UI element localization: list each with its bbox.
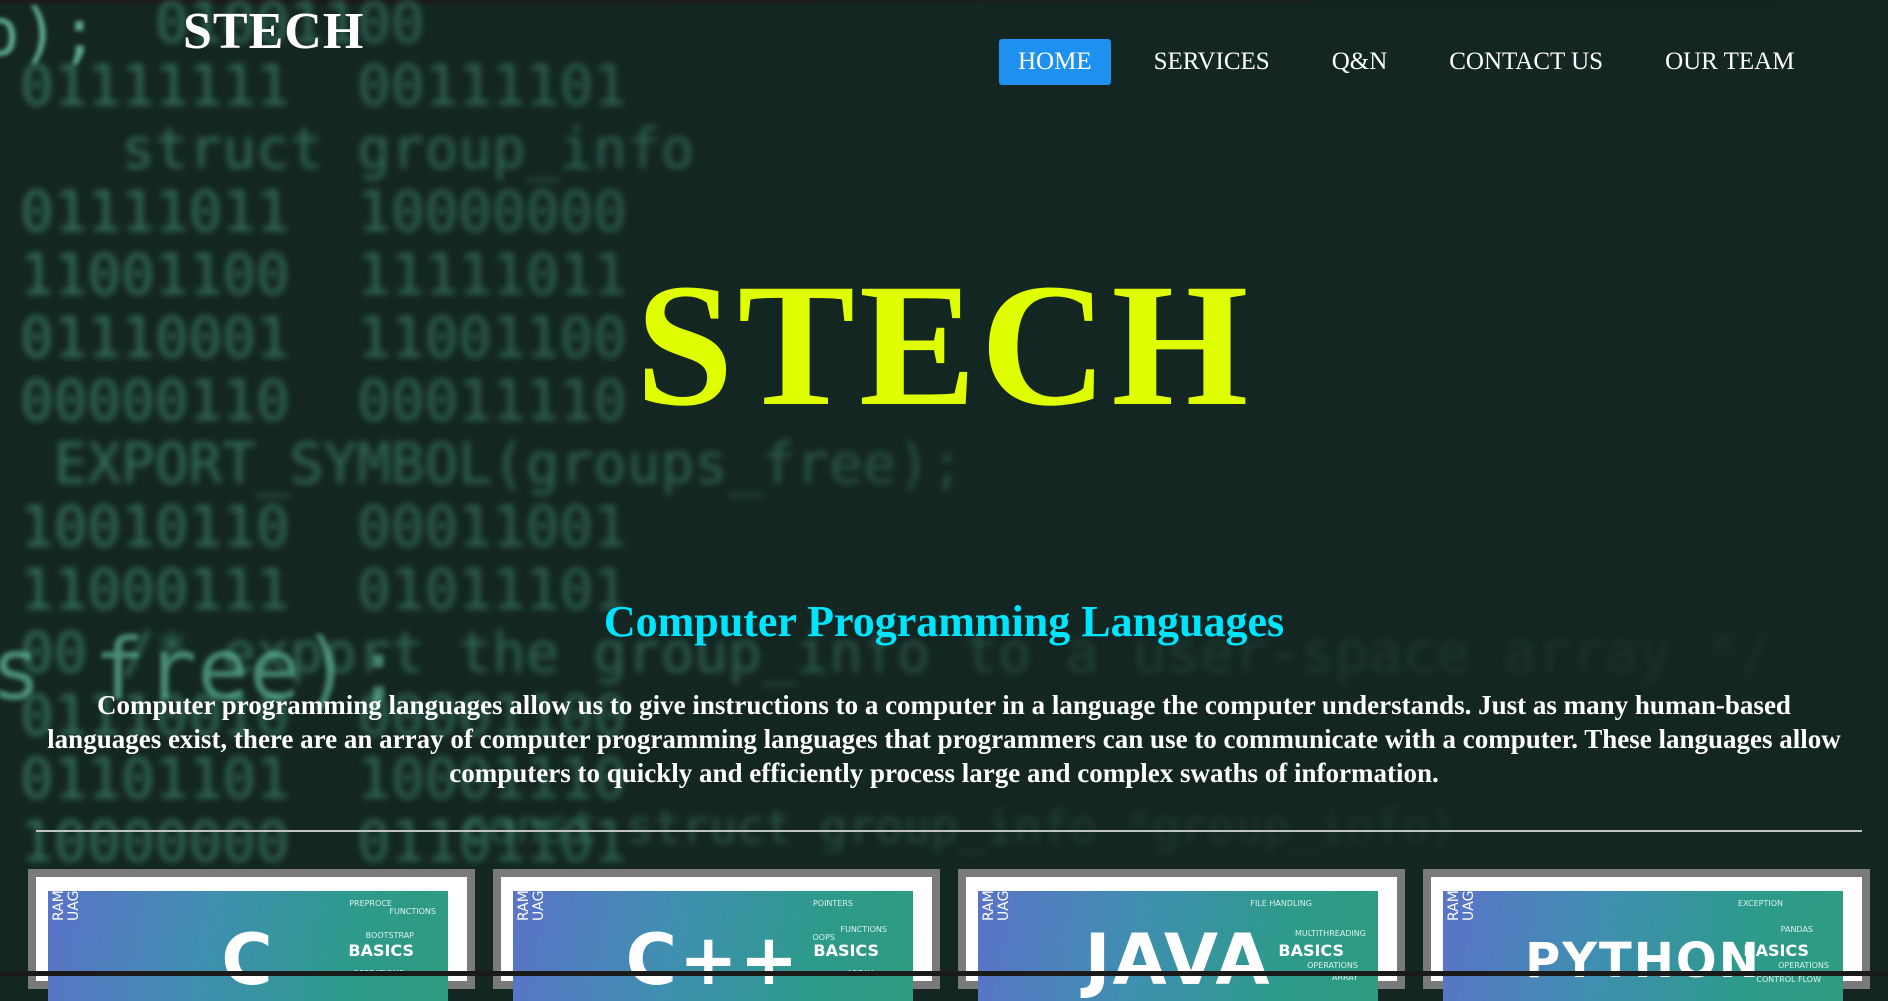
nav-qn[interactable]: Q&N — [1313, 39, 1407, 85]
nav-our-team[interactable]: OUR TEAM — [1646, 39, 1813, 85]
card-tag: FILE HANDLING — [1250, 899, 1312, 908]
main-nav: HOME SERVICES Q&N CONTACT US OUR TEAM — [999, 37, 1837, 87]
card-tag: EXCEPTION — [1738, 899, 1783, 908]
card-side-text: RAMMING UAGE — [981, 891, 1012, 921]
card-tag: FUNCTIONS — [840, 925, 887, 934]
card-tag: CONTROL FLOW — [1756, 975, 1821, 984]
card-java-image[interactable]: RAMMING UAGE JAVA FILE HANDLING MULTITHR… — [978, 891, 1378, 1001]
section-title: Computer Programming Languages — [603, 597, 1285, 646]
card-tag: MULTITHREADING — [1294, 929, 1366, 938]
card-basics-label: BASICS — [1278, 941, 1344, 960]
card-tag: FUNCTIONS — [389, 907, 436, 916]
card-basics-label: BASICS — [813, 941, 879, 960]
card-side-text: RAMMING UAGE — [1446, 891, 1477, 921]
nav-contact-us[interactable]: CONTACT US — [1430, 39, 1622, 85]
nav-home[interactable]: HOME — [999, 39, 1111, 85]
card-cpp-image[interactable]: RAMMING UAGE C++ POINTERS FUNCTIONS OOPS… — [513, 891, 913, 1001]
divider — [36, 830, 1862, 832]
card-tag: PREPROCE — [349, 899, 392, 908]
card-side-text: RAMMING UAGE — [516, 891, 547, 921]
site-logo[interactable]: STECH — [183, 2, 364, 61]
card-tag: BOOTSTRAP — [365, 931, 414, 940]
card-tag: POINTERS — [812, 899, 853, 908]
card-side-text: RAMMING UAGE — [51, 891, 82, 921]
card-python-image[interactable]: RAMMING UAGE PYTHON EXCEPTION PANDAS BAS… — [1443, 891, 1843, 1001]
bottom-strip — [0, 971, 1888, 976]
card-basics-label: BASICS — [348, 941, 414, 960]
card-tag: OPERATIONS — [1307, 961, 1358, 970]
section-intro-text: Computer programming languages allow us … — [47, 690, 1841, 788]
card-tag: PANDAS — [1780, 925, 1813, 934]
card-basics-label: BASICS — [1743, 941, 1809, 960]
card-tag: OPERATIONS — [1778, 961, 1829, 970]
card-c-image[interactable]: RAMMING UAGE C PREPROCE FUNCTIONS BOOTST… — [48, 891, 448, 1001]
hero-title: STECH — [635, 248, 1253, 443]
nav-services[interactable]: SERVICES — [1135, 39, 1289, 85]
